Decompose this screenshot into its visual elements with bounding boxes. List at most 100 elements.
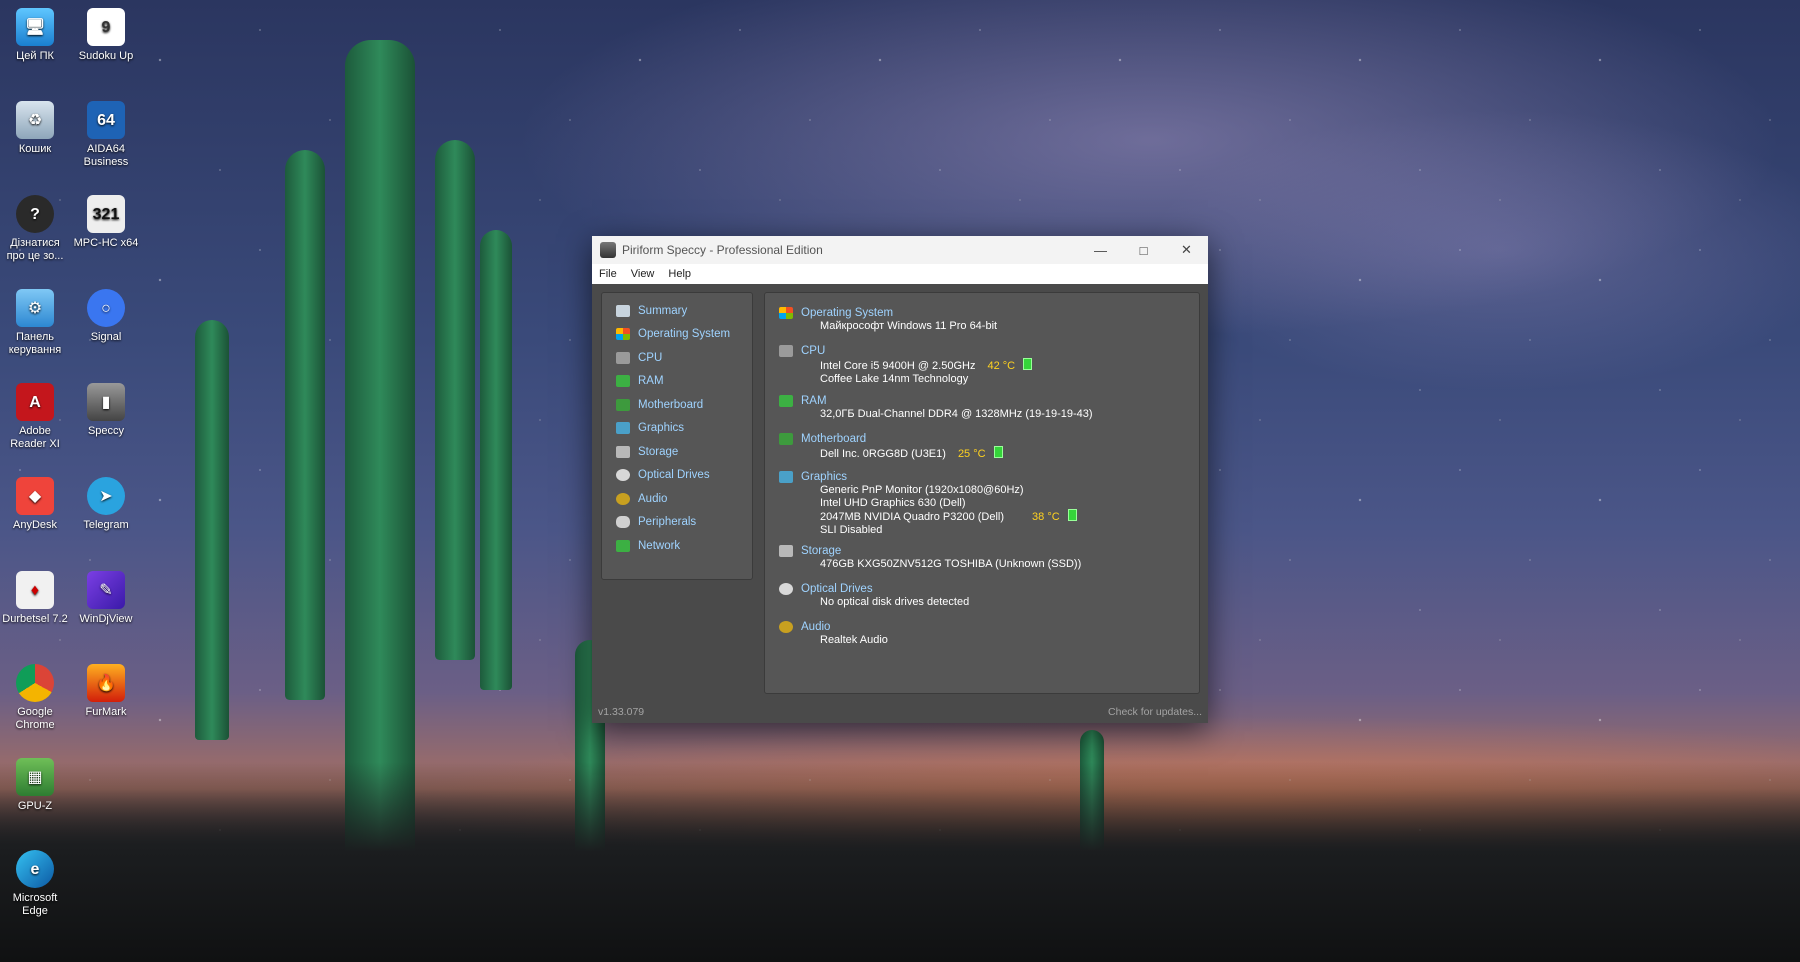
minimize-button[interactable]: — [1079, 236, 1122, 264]
desktop-icon-edge[interactable]: e Microsoft Edge [0, 850, 70, 918]
nav-label: Network [638, 539, 681, 552]
menu-view[interactable]: View [624, 268, 662, 280]
cactus-arm [195, 320, 229, 740]
section-motherboard: Motherboard Dell Inc. 0RGG8D (U3E1) 25 °C [779, 431, 1189, 461]
nav-label: Optical Drives [638, 469, 710, 482]
navigation-panel: Summary Operating System CPU RAM Motherb… [601, 292, 753, 580]
desktop-icon-anydesk[interactable]: ◆ AnyDesk [0, 477, 70, 532]
section-title: Operating System [801, 306, 894, 319]
recycle-bin-icon: ♻ [16, 101, 54, 139]
cpu-icon [616, 351, 630, 364]
maximize-button[interactable]: □ [1122, 236, 1165, 264]
desktop-icon-mpc-hc[interactable]: 321 MPC-HC x64 [71, 195, 141, 250]
section-title: Audio [801, 620, 831, 633]
optical-drive-icon [616, 469, 630, 482]
windows-icon [616, 328, 630, 341]
nav-item-graphics[interactable]: Graphics [602, 417, 752, 441]
section-title: CPU [801, 344, 826, 357]
desktop-icon-label: Speccy [87, 425, 125, 437]
section-audio: Audio Realtek Audio [779, 619, 1189, 647]
section-cpu: CPU Intel Core i5 9400H @ 2.50GHz 42 °C C… [779, 343, 1189, 385]
close-button[interactable]: ✕ [1165, 236, 1208, 264]
nav-item-motherboard[interactable]: Motherboard [602, 393, 752, 417]
desktop-icon-label: Adobe Reader XI [10, 425, 60, 450]
section-graphics: Graphics Generic PnP Monitor (1920x1080@… [779, 469, 1189, 536]
desktop-icon-furmark[interactable]: 🔥 FurMark [71, 664, 141, 719]
desktop-icon-windjview[interactable]: ✎ WinDjView [71, 571, 141, 626]
nav-item-summary[interactable]: Summary [602, 299, 752, 323]
aida64-icon: 64 [87, 101, 125, 139]
nav-item-operating-system[interactable]: Operating System [602, 323, 752, 347]
nav-label: CPU [638, 351, 663, 364]
section-ram: RAM 32,0ГБ Dual-Channel DDR4 @ 1328MHz (… [779, 393, 1189, 421]
graphics-icon [779, 470, 793, 483]
desktop-icon-adobe-reader[interactable]: A Adobe Reader XI [0, 383, 70, 451]
ram-icon [616, 375, 630, 388]
desktop-icon-signal[interactable]: ○ Signal [71, 289, 141, 344]
desktop-icon-sudoku[interactable]: 9 Sudoku Up [71, 8, 141, 63]
windows-icon [779, 306, 793, 319]
nav-label: Audio [638, 492, 668, 505]
ground [0, 762, 1800, 962]
desktop-icon-gpu-z[interactable]: ▦ GPU-Z [0, 758, 70, 813]
os-name: Майкрософт Windows 11 Pro 64-bit [820, 320, 998, 332]
temperature-indicator[interactable] [1067, 509, 1077, 521]
desktop-icon-chrome[interactable]: Google Chrome [0, 664, 70, 732]
motherboard-temperature: 25 °C [957, 448, 986, 460]
mpc-hc-icon: 321 [87, 195, 125, 233]
menu-help[interactable]: Help [661, 268, 698, 280]
speccy-window: Piriform Speccy - Professional Edition —… [592, 236, 1208, 723]
nav-label: Peripherals [638, 516, 697, 529]
cactus-arm [480, 230, 512, 690]
nav-item-storage[interactable]: Storage [602, 440, 752, 464]
graphics-monitor: Generic PnP Monitor (1920x1080@60Hz) [820, 484, 1024, 496]
section-title: Graphics [801, 470, 848, 483]
optical-info: No optical disk drives detected [820, 596, 970, 608]
nav-label: Motherboard [638, 398, 704, 411]
desktop-icon-label: Microsoft Edge [12, 892, 58, 917]
nav-item-peripherals[interactable]: Peripherals [602, 511, 752, 535]
network-icon [616, 539, 630, 552]
telegram-icon: ➤ [87, 477, 125, 515]
desktop-icon-label: Дізнатися про це зо... [6, 237, 64, 262]
nav-label: Operating System [638, 328, 731, 341]
desktop-icon-get-started[interactable]: ? Дізнатися про це зо... [0, 195, 70, 263]
desktop-icon-durbetsel[interactable]: ♦ Durbetsel 7.2 [0, 571, 70, 626]
storage-icon [616, 445, 630, 458]
check-updates-link[interactable]: Check for updates... [1102, 706, 1208, 718]
menu-file[interactable]: File [592, 268, 624, 280]
desktop-icon-aida64[interactable]: 64 AIDA64 Business [71, 101, 141, 169]
desktop-icon-telegram[interactable]: ➤ Telegram [71, 477, 141, 532]
temperature-indicator[interactable] [993, 446, 1003, 458]
desktop-icon-label: Кошик [18, 143, 52, 155]
desktop-icon-label: AIDA64 Business [83, 143, 129, 168]
cactus-arm [435, 140, 475, 660]
nav-item-cpu[interactable]: CPU [602, 346, 752, 370]
section-title: RAM [801, 394, 827, 407]
desktop-icon-speccy[interactable]: ▮ Speccy [71, 383, 141, 438]
graphics-dedicated: 2047MB NVIDIA Quadro P3200 (Dell) [820, 511, 1005, 523]
menu-bar: File View Help [592, 264, 1208, 284]
nav-item-optical-drives[interactable]: Optical Drives [602, 464, 752, 488]
window-title: Piriform Speccy - Professional Edition [622, 243, 823, 257]
desktop-icon-this-pc[interactable]: 🖥 Цей ПК [0, 8, 70, 63]
cactus-arm [285, 150, 325, 700]
status-bar: v1.33.079 Check for updates... [592, 701, 1208, 723]
nav-item-audio[interactable]: Audio [602, 487, 752, 511]
audio-icon [779, 620, 793, 633]
desktop-icon-label: Цей ПК [16, 50, 54, 62]
edge-icon: e [16, 850, 54, 888]
desktop-icon-label: AnyDesk [12, 519, 58, 531]
storage-info: 476GB KXG50ZNV512G TOSHIBA (Unknown (SSD… [820, 558, 1082, 570]
nav-label: Storage [638, 445, 679, 458]
gpu-temperature: 38 °C [1032, 511, 1060, 523]
ram-icon [779, 394, 793, 407]
temperature-indicator[interactable] [1023, 358, 1033, 370]
summary-panel: Operating System Майкрософт Windows 11 P… [764, 292, 1200, 694]
nav-item-network[interactable]: Network [602, 534, 752, 558]
nav-item-ram[interactable]: RAM [602, 370, 752, 394]
title-bar[interactable]: Piriform Speccy - Professional Edition —… [592, 236, 1208, 264]
desktop-icon-label: Google Chrome [15, 706, 55, 731]
desktop-icon-recycle-bin[interactable]: ♻ Кошик [0, 101, 70, 156]
desktop-icon-control-panel[interactable]: ⚙ Панель керування [0, 289, 70, 357]
